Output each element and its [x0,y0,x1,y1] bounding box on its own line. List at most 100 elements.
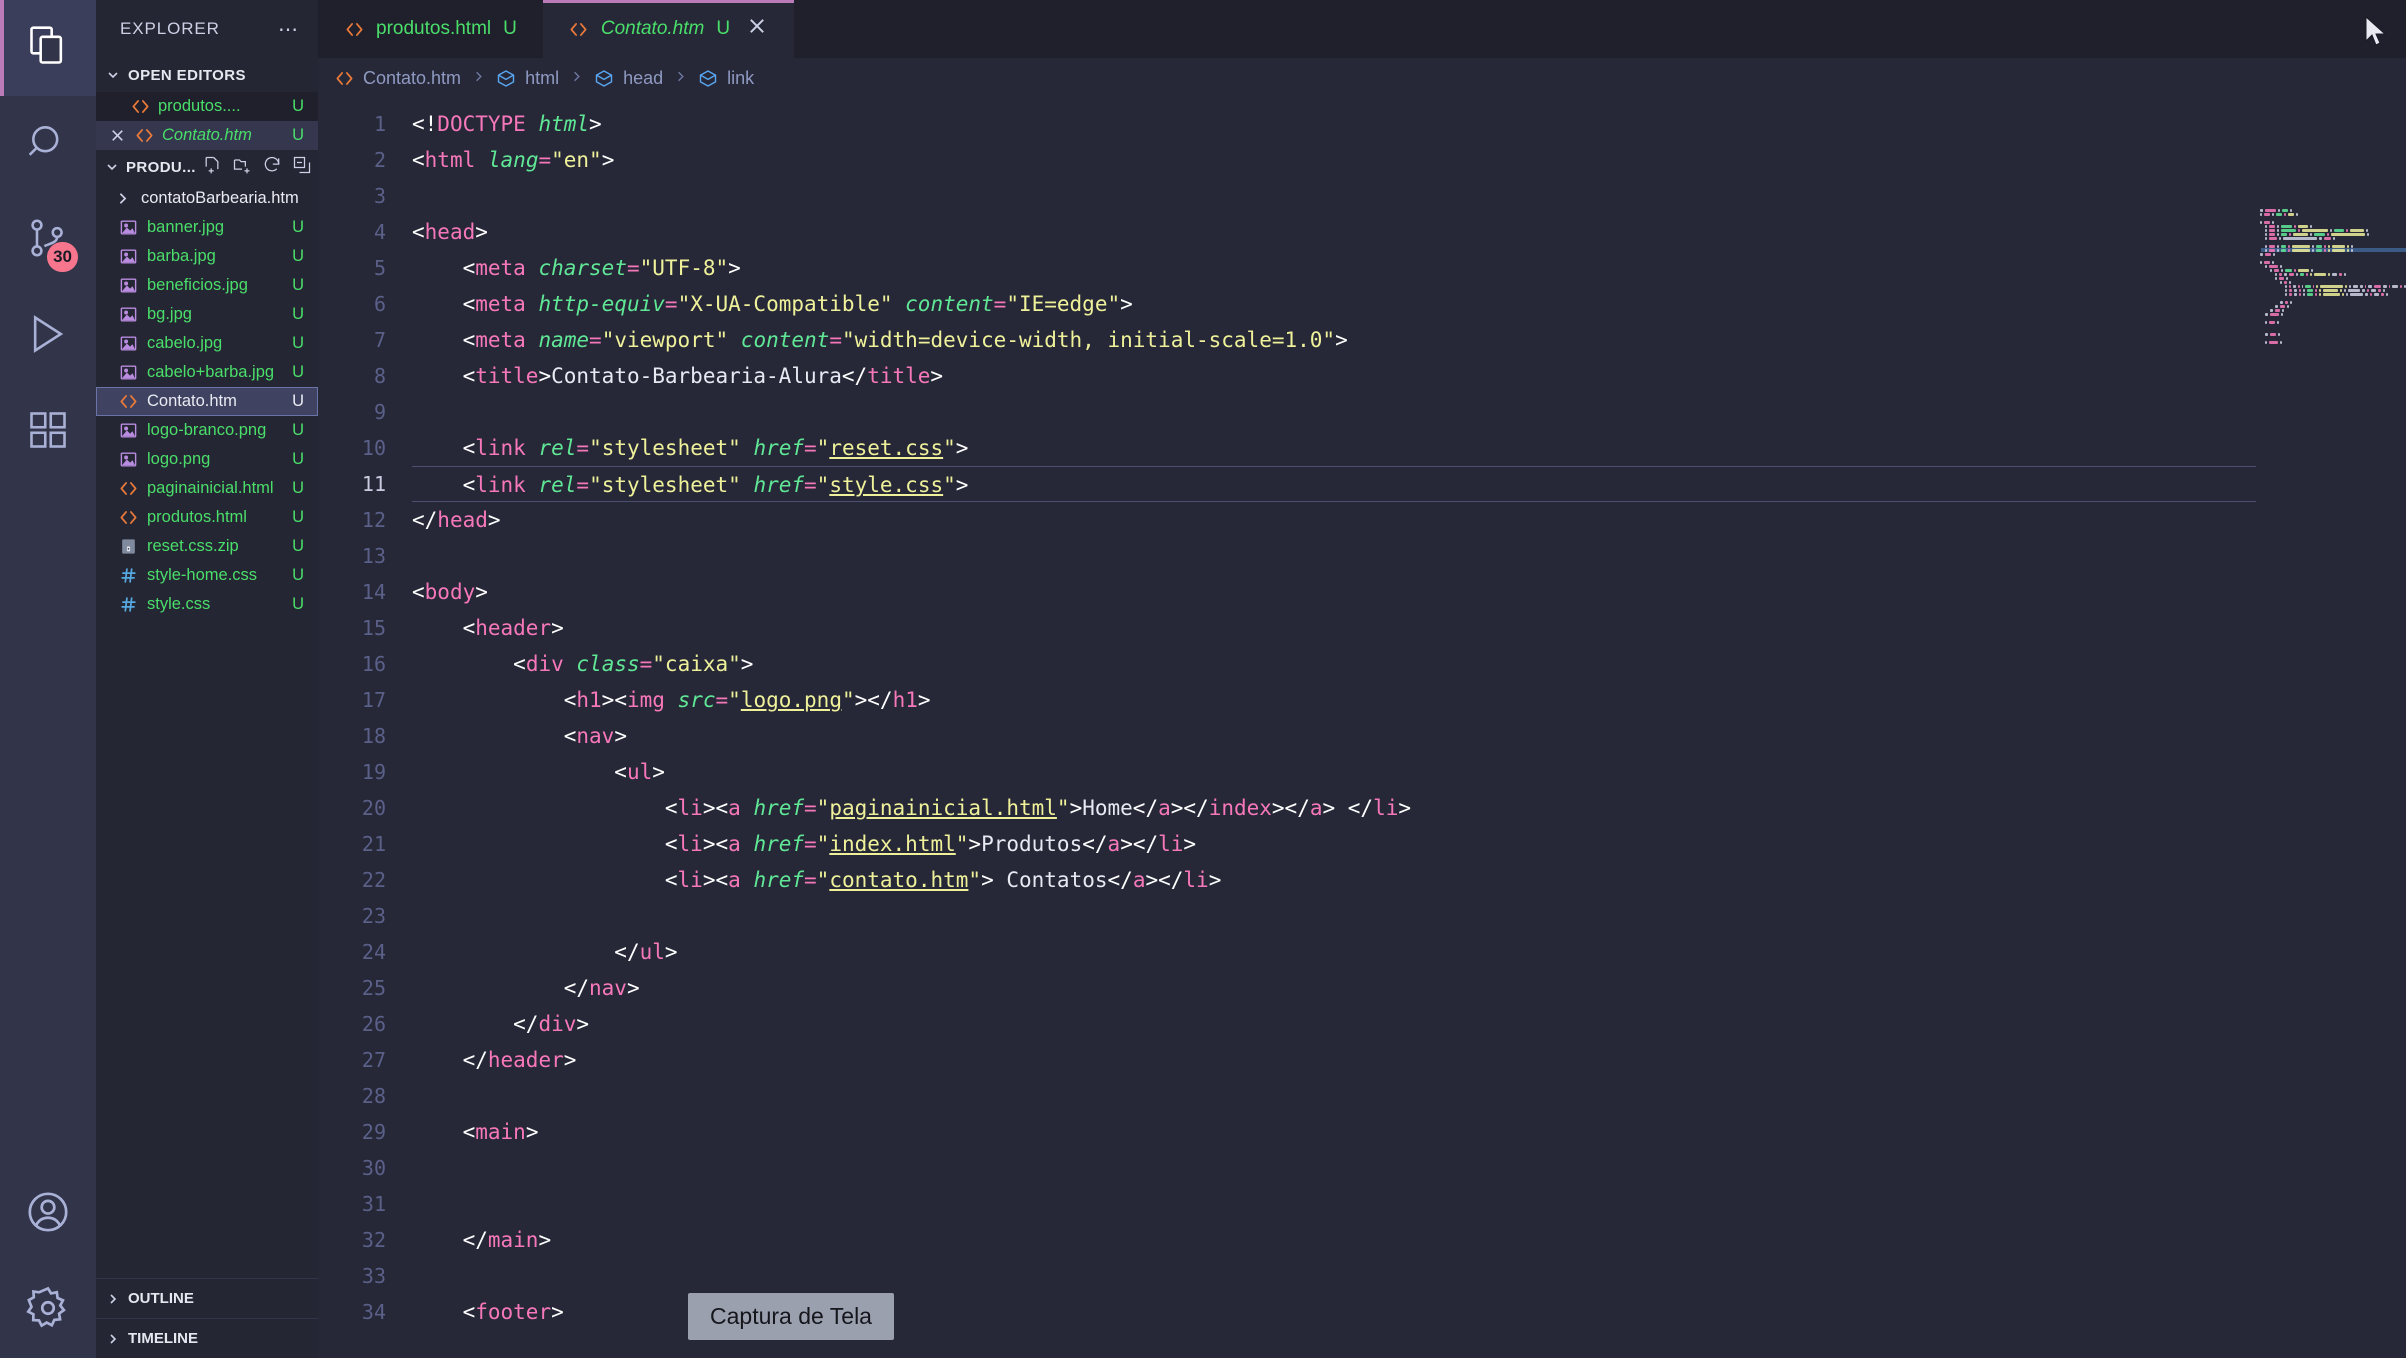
code-line[interactable]: <meta charset="UTF-8"> [412,250,2406,286]
code-line[interactable]: <nav> [412,718,2406,754]
file-tree-item[interactable]: paginainicial.html U [96,474,318,503]
file-tree-item[interactable]: beneficios.jpg U [96,271,318,300]
minimap-token [2277,244,2279,248]
code-line[interactable]: <head> [412,214,2406,250]
code-line[interactable] [412,1258,2406,1294]
code-line[interactable]: <main> [412,1114,2406,1150]
minimap-token [2275,276,2277,280]
line-number: 25 [361,976,386,1000]
close-icon[interactable] [108,127,126,144]
code-line[interactable]: </main> [412,1222,2406,1258]
code-token: >< [702,796,729,820]
activitybar-settings[interactable] [0,1262,96,1358]
file-tree-item[interactable]: produtos.html U [96,503,318,532]
outline-section-header[interactable]: OUTLINE [96,1278,318,1318]
code-line[interactable]: <body> [412,574,2406,610]
minimap-token [2360,284,2363,288]
breadcrumb-item[interactable]: html [496,68,559,89]
file-tree-item[interactable]: style.css U [96,590,318,619]
code-line[interactable]: </ul> [412,934,2406,970]
file-tree-item[interactable]: banner.jpg U [96,213,318,242]
code-line[interactable]: <title>Contato-Barbearia-Alura</title> [412,358,2406,394]
minimap-token [2275,308,2280,312]
code-line[interactable]: </div> [412,1006,2406,1042]
code-line[interactable]: <ul> [412,754,2406,790]
code-line[interactable] [412,1150,2406,1186]
code-token: contato.htm [829,868,969,892]
code-line[interactable] [412,1078,2406,1114]
open-editor-item-contato[interactable]: Contato.htm U [96,121,318,150]
activitybar-run-debug[interactable] [0,288,96,384]
minimap-token [2289,232,2291,236]
breadcrumb-item[interactable]: link [698,68,754,89]
file-tree-item[interactable]: contatoBarbearia.htm [96,184,318,213]
code-line[interactable]: <link rel="stylesheet" href="reset.css"> [412,430,2406,466]
refresh-icon[interactable] [262,155,282,179]
code-line[interactable]: <h1><img src="logo.png"></h1> [412,682,2406,718]
code-token: </ [563,976,590,1000]
breadcrumb-item[interactable]: head [594,68,663,89]
code-line[interactable]: <!DOCTYPE html> [412,106,2406,142]
code-token: = [804,832,817,856]
new-file-icon[interactable] [202,155,222,179]
code-line[interactable] [412,898,2406,934]
file-name: logo.png [147,450,211,468]
code-line[interactable]: </nav> [412,970,2406,1006]
code-line[interactable]: <div class="caixa"> [412,646,2406,682]
editor-tab[interactable]: produtos.html U [318,0,543,58]
code-line[interactable] [412,1186,2406,1222]
code-line[interactable]: <li><a href="paginainicial.html">Home</a… [412,790,2406,826]
code-line[interactable]: <html lang="en"> [412,142,2406,178]
minimap-token [2280,340,2282,344]
file-tree-item[interactable]: cabelo.jpg U [96,329,318,358]
minimap-token [2269,236,2277,240]
new-folder-icon[interactable] [232,155,252,179]
code-line[interactable]: <header> [412,610,2406,646]
activitybar-source-control[interactable]: 30 [0,192,96,288]
open-editor-item-produtos[interactable]: produtos.... U [96,92,318,121]
close-icon[interactable] [746,15,768,43]
activitybar-extensions[interactable] [0,384,96,480]
activitybar-explorer[interactable] [0,0,96,96]
minimap-token [2277,224,2279,228]
file-tree-item[interactable]: barba.jpg U [96,242,318,271]
code-line[interactable]: </head> [412,502,2406,538]
file-tree-item[interactable]: style-home.css U [96,561,318,590]
file-tree-item[interactable]: bg.jpg U [96,300,318,329]
code-line[interactable]: <meta http-equiv="X-UA-Compatible" conte… [412,286,2406,322]
breadcrumb-item[interactable]: Contato.htm [334,68,461,89]
code-token: http-equiv [538,292,665,316]
code-editor[interactable]: 1 2 3 4 5 6 7 8 9 10 11 12 13 14 15 16 17 18 19 20 21 22 23 24 2… [318,98,2406,1358]
code-line[interactable]: <meta name="viewport" content="width=dev… [412,322,2406,358]
code-line[interactable]: <link rel="stylesheet" href="style.css"> [412,466,2406,502]
activitybar-search[interactable] [0,96,96,192]
project-header[interactable]: PRODU... [96,150,318,184]
minimap-token [2265,264,2267,268]
editor-tab[interactable]: Contato.htm U [542,0,795,58]
sidebar-more-actions[interactable]: ⋯ [278,17,300,42]
file-tree-item[interactable]: Contato.htm U [96,387,318,416]
open-editors-header[interactable]: OPEN EDITORS [96,58,318,92]
code-line[interactable]: </header> [412,1042,2406,1078]
code-token: > [740,652,754,676]
code-line[interactable] [412,394,2406,430]
activitybar-accounts[interactable] [0,1166,96,1262]
code-token: html [424,148,476,172]
file-tree-item[interactable]: logo.png U [96,445,318,474]
code-line[interactable]: <li><a href="index.html">Produtos</a></l… [412,826,2406,862]
code-line[interactable] [412,178,2406,214]
minimap[interactable] [2256,98,2406,1358]
code-content[interactable]: <!DOCTYPE html> <html lang="en"> <head> <m… [400,98,2406,1358]
file-tree-item[interactable]: cabelo+barba.jpg U [96,358,318,387]
image-icon [118,247,138,267]
line-number: 8 [373,364,386,388]
code-line[interactable]: <li><a href="contato.htm"> Contatos</a><… [412,862,2406,898]
code-line[interactable] [412,538,2406,574]
file-tree-item[interactable]: logo-branco.png U [96,416,318,445]
timeline-section-header[interactable]: TIMELINE [96,1318,318,1358]
minimap-token [2285,284,2287,288]
collapse-all-icon[interactable] [292,155,312,179]
file-tree-item[interactable]: reset.css.zip U [96,532,318,561]
